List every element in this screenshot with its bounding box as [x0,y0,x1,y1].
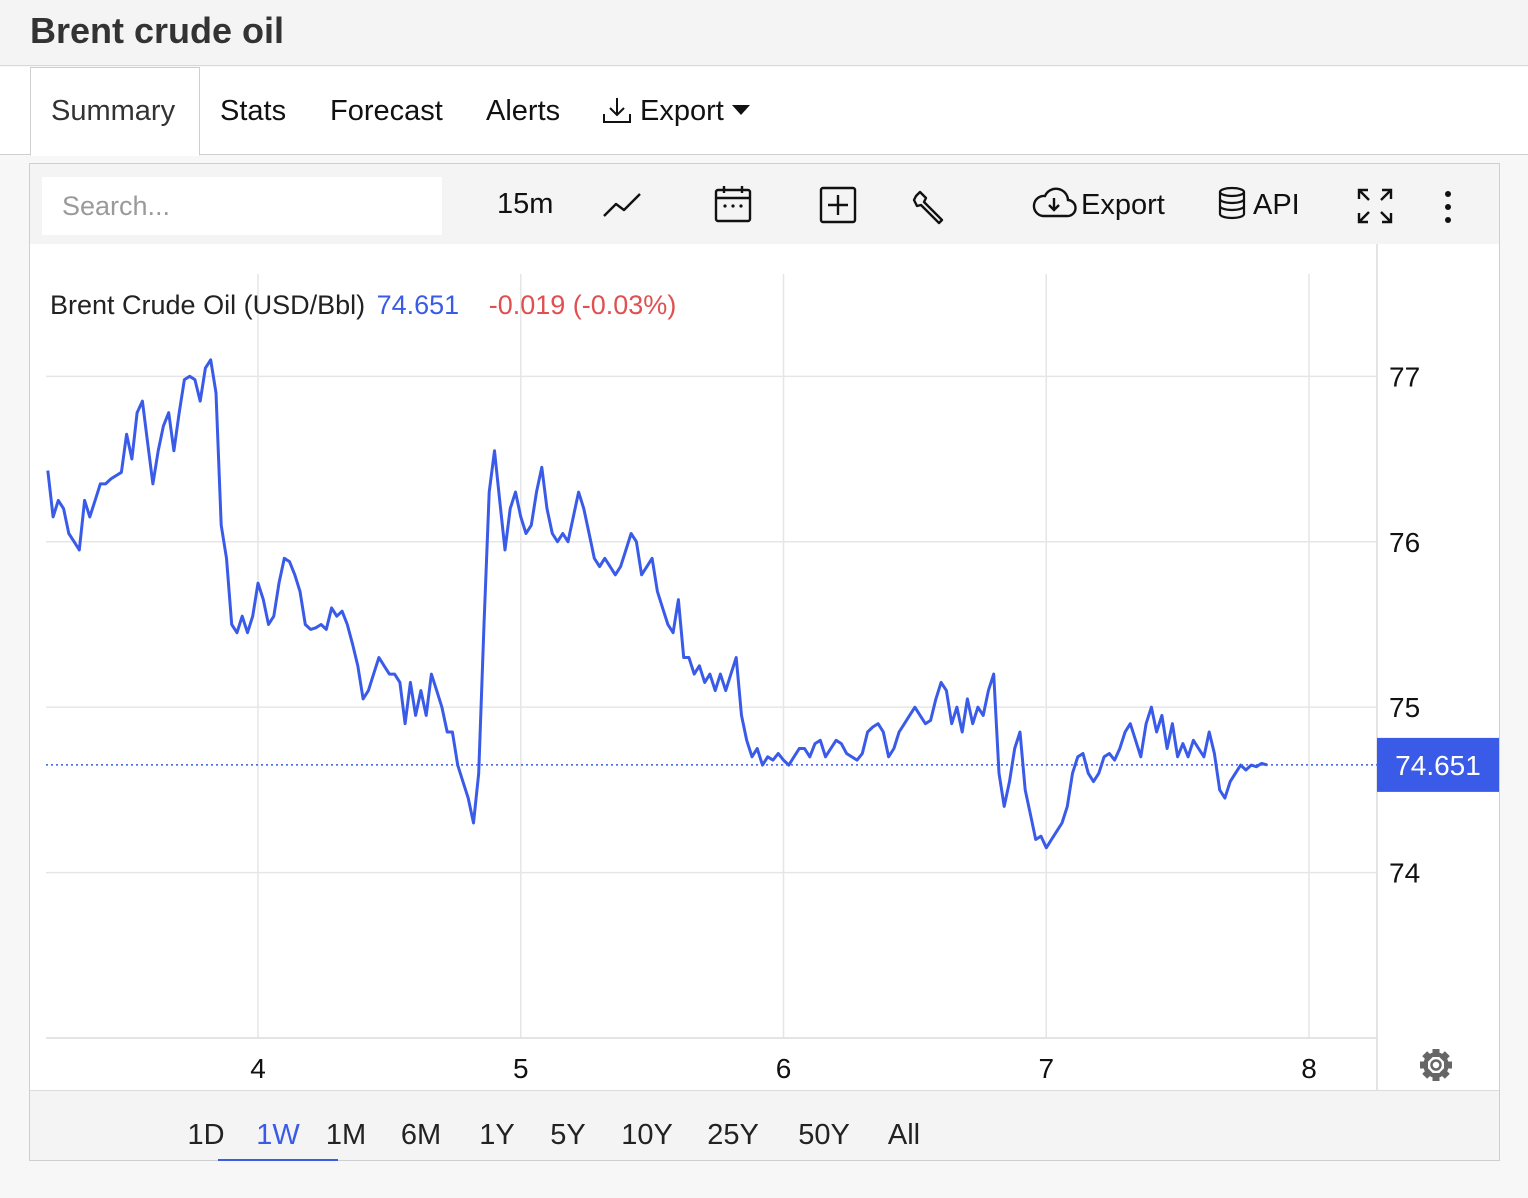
interval-selector[interactable]: 15m [497,188,553,221]
legend-price: 74.651 [376,290,460,320]
tab-export[interactable]: Export [602,95,750,128]
calendar-icon[interactable] [713,184,753,224]
chart-panel: 15m Export [29,163,1500,1161]
gear-icon[interactable] [1420,1049,1452,1081]
range-25y[interactable]: 25Y [704,1119,762,1152]
tab-bar: Summary Stats Forecast Alerts Export [0,67,1528,156]
range-1y[interactable]: 1Y [475,1119,519,1152]
price-tag-label: 74.651 [1395,750,1481,781]
line-chart-icon[interactable] [602,190,644,220]
toolbar-export-label: Export [1081,189,1165,221]
chart-toolbar: 15m Export [30,164,1499,244]
chart-area: 74 75 76 77 4 5 6 7 8 74.651 Brent Crude Oil (USD… [30,244,1499,1090]
toolbar-export-button[interactable]: Export [1031,186,1165,222]
tab-forecast[interactable]: Forecast [330,95,443,128]
tab-summary[interactable]: Summary [30,67,200,156]
active-range-underline [218,1159,338,1161]
wrench-icon[interactable] [912,190,948,226]
range-6m[interactable]: 6M [395,1119,447,1152]
y-tick-label: 77 [1389,361,1420,392]
y-tick-label: 76 [1389,527,1420,558]
fullscreen-icon[interactable] [1355,186,1395,226]
database-icon [1218,186,1246,220]
range-selector: 1D 1W 1M 6M 1Y 5Y 10Y 25Y 50Y All [30,1090,1499,1161]
range-50y[interactable]: 50Y [796,1119,852,1152]
y-tick-label: 74 [1389,858,1420,889]
tab-stats[interactable]: Stats [220,95,286,128]
x-tick-label: 6 [776,1053,792,1084]
api-button[interactable]: API [1217,186,1300,222]
x-tick-label: 4 [250,1053,266,1084]
more-vertical-icon[interactable] [1440,188,1456,226]
range-5y[interactable]: 5Y [546,1119,590,1152]
range-10y[interactable]: 10Y [619,1119,675,1152]
range-1d[interactable]: 1D [182,1119,230,1152]
chart-legend: Brent Crude Oil (USD/Bbl) 74.651 -0.019 … [50,290,676,321]
y-tick-label: 75 [1389,692,1420,723]
cloud-download-icon [1032,187,1077,218]
tab-alerts[interactable]: Alerts [486,95,560,128]
price-chart[interactable]: 74 75 76 77 4 5 6 7 8 74.651 [30,244,1499,1090]
legend-name: Brent Crude Oil (USD/Bbl) [50,290,366,320]
legend-change: -0.019 (-0.03%) [488,290,677,320]
range-1w[interactable]: 1W [238,1119,318,1152]
download-icon [603,98,631,123]
caret-down-icon [731,105,750,115]
api-label: API [1253,189,1300,221]
x-tick-label: 7 [1038,1053,1054,1084]
range-1m[interactable]: 1M [316,1119,376,1152]
page-header: Brent crude oil [0,0,1528,66]
page-title: Brent crude oil [30,10,285,51]
search-input[interactable] [42,177,442,235]
tab-export-label: Export [640,95,724,127]
range-all[interactable]: All [884,1119,924,1152]
x-tick-label: 5 [513,1053,529,1084]
price-line [46,358,1268,850]
x-tick-label: 8 [1301,1053,1317,1084]
add-box-icon[interactable] [819,186,857,224]
